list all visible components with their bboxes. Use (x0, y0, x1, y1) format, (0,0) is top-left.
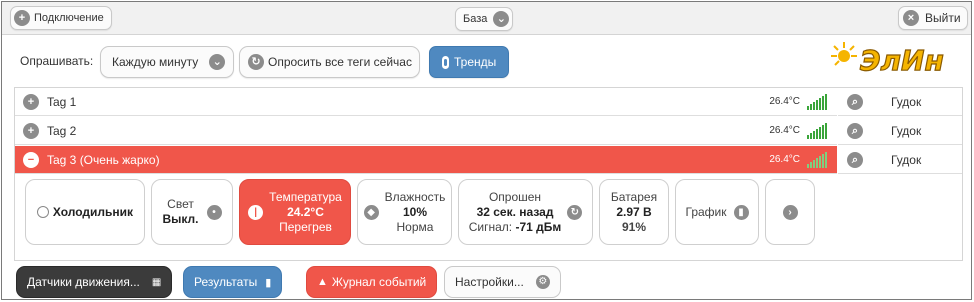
motion-sensors-button[interactable]: Датчики движения... ▦ (16, 266, 173, 298)
beep-button[interactable]: Гудок (891, 95, 921, 109)
top-bar: + Подключение База ⌄ × Выйти (2, 2, 971, 35)
poll-label: Опрашивать: (20, 54, 94, 68)
humidity-value: 10% (402, 204, 427, 219)
temperature-card[interactable]: | Температура 24.2°C Перегрев (239, 179, 351, 245)
tag-name: Tag 3 (Очень жарко) (47, 152, 160, 167)
tag-row-2[interactable]: + Tag 2 26.4°C (15, 117, 837, 145)
light-card[interactable]: Свет Выкл. • (151, 179, 233, 245)
battery-percent: 91% (621, 219, 646, 234)
trends-button[interactable]: Тренды (429, 46, 510, 78)
graph-label: График (685, 204, 727, 219)
humidity-title: Влажность (384, 189, 446, 204)
polled-card[interactable]: Опрошен 32 сек. назад Сигнал: -71 дБм ↻ (458, 179, 593, 245)
humidity-status: Норма (396, 219, 434, 234)
results-label: Результаты (194, 275, 258, 289)
plus-circle-icon: + (14, 10, 30, 26)
tag-name: Tag 2 (47, 123, 77, 138)
signal-label: Сигнал: (468, 219, 513, 234)
grid-icon: ▦ (151, 276, 162, 288)
chart-icon: ▮ (733, 204, 749, 220)
event-journal-button[interactable]: ▲ Журнал событий (306, 266, 438, 298)
chevron-down-icon: ⌄ (209, 54, 226, 70)
temperature-value: 24.2°C (287, 204, 324, 219)
search-icon[interactable]: ⌕ (847, 151, 863, 168)
chart-icon: ▮ (265, 276, 272, 289)
motion-label: Датчики движения... (27, 275, 140, 289)
poll-interval-value: Каждую минуту (112, 55, 199, 69)
tag-value: 26.4°C (769, 96, 800, 107)
beep-button[interactable]: Гудок (891, 153, 921, 167)
search-icon[interactable]: ⌕ (847, 93, 863, 110)
polled-value: 32 сек. назад (476, 204, 554, 219)
graph-card[interactable]: График ▮ (675, 179, 759, 245)
tag-value: 26.4°C (769, 154, 800, 165)
signal-bars-icon (807, 93, 827, 110)
trends-label: Тренды (454, 55, 497, 69)
refresh-icon: ↻ (567, 204, 583, 220)
tag-row-3-actions: ⌕ Гудок (838, 146, 962, 174)
tag-row-1-actions: ⌕ Гудок (838, 88, 962, 116)
settings-label: Настройки... (455, 275, 524, 289)
chevron-down-icon: ⌄ (493, 11, 510, 27)
warning-icon: ▲ (317, 276, 328, 288)
refresh-icon: ↻ (248, 54, 264, 70)
svg-text:ЭлИн: ЭлИн (860, 44, 944, 76)
thermometer-icon: | (248, 204, 264, 220)
thermometer-icon (442, 55, 449, 69)
humidity-card[interactable]: ◆ Влажность 10% Норма (357, 179, 452, 245)
settings-button[interactable]: Настройки... ⚙ (444, 266, 561, 298)
poll-all-label: Опросить все теги сейчас (268, 55, 412, 69)
battery-title: Батарея (610, 189, 658, 204)
tag-value: 26.4°C (769, 125, 800, 136)
elin-logo: ЭлИн (831, 42, 944, 76)
journal-label: Журнал событий (331, 275, 427, 289)
poll-all-button[interactable]: ↻ Опросить все теги сейчас (239, 46, 420, 78)
expand-icon[interactable]: + (23, 122, 39, 139)
light-title: Свет (167, 197, 194, 211)
chevron-right-icon: › (782, 204, 798, 220)
tag-row-1[interactable]: + Tag 1 26.4°C (15, 88, 837, 116)
light-state: Выкл. (162, 212, 199, 226)
temperature-text: Температура 24.2°C Перегрев (269, 190, 342, 235)
base-label: База (463, 13, 488, 25)
tag-detail-panel: Холодильник Свет Выкл. • | Температура 2… (15, 175, 837, 261)
logout-button[interactable]: × Выйти (898, 6, 968, 30)
temperature-status: Перегрев (279, 219, 332, 234)
fridge-label: Холодильник (52, 204, 134, 219)
tag-list: + Tag 1 26.4°C ⌕ Гудок + Tag 2 26.4°C ⌕ … (14, 87, 963, 261)
signal-line: Сигнал: -71 дБм (469, 220, 562, 235)
connect-button[interactable]: + Подключение (10, 6, 112, 30)
expand-icon[interactable]: + (23, 93, 39, 110)
poll-interval-select[interactable]: Каждую минуту ⌄ (100, 46, 235, 78)
polled-title: Опрошен (488, 189, 542, 204)
gear-icon: ⚙ (535, 275, 550, 289)
base-select[interactable]: База ⌄ (455, 7, 514, 31)
battery-card[interactable]: Батарея 2.97 В 91% (599, 179, 669, 245)
collapse-icon[interactable]: − (23, 151, 39, 168)
more-card[interactable]: › (765, 179, 815, 245)
humidity-text: Влажность 10% Норма (385, 190, 446, 235)
temperature-title: Температура (269, 189, 342, 204)
logout-label: Выйти (925, 11, 961, 25)
close-circle-icon: × (903, 10, 919, 26)
tag-name: Tag 1 (47, 94, 77, 109)
app-window: + Подключение База ⌄ × Выйти Опрашивать:… (1, 1, 972, 300)
battery-text: Батарея 2.97 В 91% (611, 190, 657, 235)
results-button[interactable]: Результаты ▮ (183, 266, 283, 298)
connect-label: Подключение (34, 12, 104, 24)
fridge-card[interactable]: Холодильник (25, 179, 145, 245)
tag-row-3[interactable]: − Tag 3 (Очень жарко) 26.4°C (15, 146, 837, 174)
battery-value: 2.97 В (616, 204, 652, 219)
bubble-icon (36, 206, 49, 218)
signal-bars-icon (807, 151, 827, 168)
tag-row-2-actions: ⌕ Гудок (838, 117, 962, 145)
bulb-icon: • (206, 204, 222, 220)
light-text: Свет Выкл. (162, 197, 198, 227)
beep-button[interactable]: Гудок (891, 124, 921, 138)
water-drop-icon: ◆ (363, 204, 379, 220)
polled-text: Опрошен 32 сек. назад Сигнал: -71 дБм (469, 190, 562, 235)
signal-value: -71 дБм (515, 219, 562, 234)
signal-bars-icon (807, 122, 827, 139)
search-icon[interactable]: ⌕ (847, 122, 863, 139)
